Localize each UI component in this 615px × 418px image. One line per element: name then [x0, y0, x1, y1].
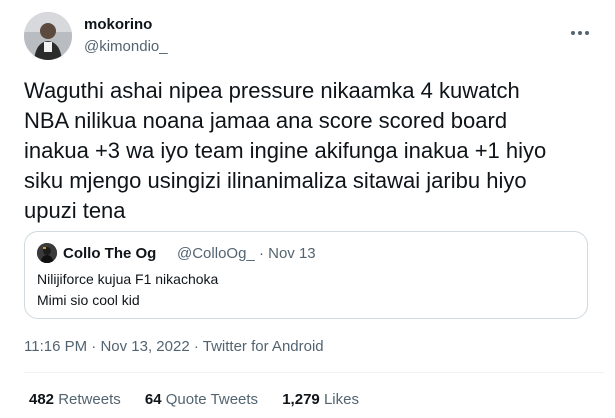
- retweets-count: 482: [29, 391, 55, 408]
- likes-stat[interactable]: 1,279 Likes: [282, 391, 359, 408]
- tweet-timestamp: 11:16 PM · Nov 13, 2022 · Twitter for An…: [24, 338, 324, 355]
- likes-count: 1,279: [282, 391, 320, 408]
- timestamp-separator: ·: [91, 338, 97, 355]
- more-horizontal-icon: [571, 31, 589, 35]
- retweets-stat[interactable]: 482 Retweets: [29, 391, 121, 408]
- quoted-author-avatar: [37, 243, 57, 263]
- engagement-stats: 482 Retweets 64 Quote Tweets 1,279 Likes: [29, 391, 379, 408]
- quoted-avatar-photo: [37, 243, 57, 263]
- quote-tweets-count: 64: [144, 391, 162, 408]
- timestamp-time[interactable]: 11:16 PM: [24, 338, 87, 355]
- retweets-label: Retweets: [58, 391, 121, 408]
- tweet-text: Waguthi ashai nipea pressure nikaamka 4 …: [24, 78, 547, 223]
- quoted-meta: @ColloOg_ · Nov 13: [177, 245, 316, 262]
- tweet: mokorino @kimondio_ Waguthi ashai nipea …: [0, 0, 615, 418]
- timestamp-date[interactable]: Nov 13, 2022: [100, 338, 189, 355]
- quoted-text-line-1: Nilijiforce kujua F1 nikachoka: [37, 271, 219, 287]
- author-handle[interactable]: @kimondio_: [84, 38, 168, 55]
- tweet-source: Twitter for Android: [202, 338, 324, 355]
- avatar-photo: [24, 12, 72, 60]
- more-icon[interactable]: [570, 20, 590, 41]
- stats-divider: [24, 372, 604, 373]
- quoted-date: Nov 13: [268, 245, 316, 262]
- quoted-tweet[interactable]: Collo The Og @ColloOg_ · Nov 13 Nilijifo…: [24, 231, 588, 319]
- quoted-author-name: Collo The Og: [63, 245, 157, 262]
- likes-label: Likes: [323, 391, 359, 408]
- quote-tweets-label: Quote Tweets: [165, 391, 259, 408]
- author-name[interactable]: mokorino: [84, 16, 152, 33]
- timestamp-separator-2: ·: [193, 338, 199, 355]
- quoted-separator: ·: [258, 245, 264, 262]
- author-avatar[interactable]: [24, 12, 72, 60]
- quoted-text-line-2: Mimi sio cool kid: [37, 292, 140, 308]
- quoted-author-handle: @ColloOg_: [177, 245, 255, 262]
- quote-tweets-stat[interactable]: 64 Quote Tweets: [145, 391, 258, 408]
